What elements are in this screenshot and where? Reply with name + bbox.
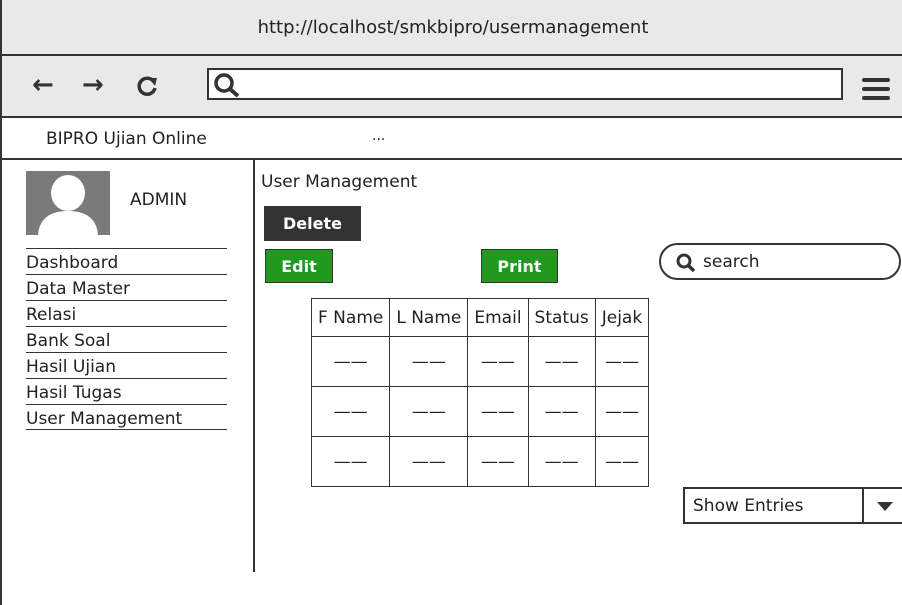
tab-bar: BIPRO Ujian Online ... [2,118,902,160]
table-cell: —— [389,436,469,487]
forward-arrow-icon[interactable]: → [82,70,104,100]
table-header-row: F Name L Name Email Status Jejak [310,298,650,337]
column-header-jejak[interactable]: Jejak [594,298,650,337]
table-cell: —— [467,436,529,487]
table-cell: —— [310,436,391,487]
table-cell: —— [310,386,391,437]
print-button[interactable]: Print [481,249,558,283]
delete-button[interactable]: Delete [264,206,361,241]
sidebar-item-data-master[interactable]: Data Master [26,274,227,300]
tab-active[interactable]: BIPRO Ujian Online [46,129,207,149]
sidebar-divider [253,160,255,572]
sidebar-item-user-management[interactable]: User Management [26,404,227,430]
show-entries-label: Show Entries [693,496,804,516]
address-input[interactable] [207,68,843,100]
table-cell: —— [594,436,650,487]
browser-window: http://localhost/smkbipro/usermanagement… [0,0,902,605]
user-role-label: ADMIN [130,190,188,210]
reload-icon[interactable] [135,74,159,102]
table-cell: —— [467,386,529,437]
browser-toolbar: ← → [2,56,902,118]
table-cell: —— [527,436,596,487]
column-header-l-name[interactable]: L Name [389,298,469,337]
show-entries-select[interactable]: Show Entries [683,487,902,524]
sidebar-item-bank-soal[interactable]: Bank Soal [26,326,227,352]
table-cell: —— [527,386,596,437]
table-cell: —— [594,386,650,437]
table-cell: —— [467,336,529,387]
table-cell: —— [389,386,469,437]
column-header-email[interactable]: Email [467,298,529,337]
table-cell: —— [594,336,650,387]
avatar [26,171,110,235]
menu-icon[interactable] [862,78,890,105]
table-cell: —— [527,336,596,387]
sidebar-menu: Dashboard Data Master Relasi Bank Soal H… [26,248,227,430]
column-header-f-name[interactable]: F Name [310,298,391,337]
search-icon [213,72,241,102]
search-input[interactable]: search [659,243,901,280]
sidebar-item-hasil-ujian[interactable]: Hasil Ujian [26,352,227,378]
page-title: User Management [261,172,418,192]
table-row[interactable]: —— —— —— —— —— [310,336,650,387]
search-placeholder: search [703,252,760,272]
user-table: F Name L Name Email Status Jejak —— —— —… [310,298,650,487]
sidebar-item-relasi[interactable]: Relasi [26,300,227,326]
table-cell: —— [389,336,469,387]
table-row[interactable]: —— —— —— —— —— [310,436,650,487]
table-cell: —— [310,336,391,387]
chevron-down-icon[interactable] [862,489,902,522]
sidebar-item-hasil-tugas[interactable]: Hasil Tugas [26,378,227,404]
tab-more[interactable]: ... [372,128,385,144]
search-icon [675,252,697,279]
page-url: http://localhost/smkbipro/usermanagement [257,16,649,38]
back-arrow-icon[interactable]: ← [32,70,54,100]
table-row[interactable]: —— —— —— —— —— [310,386,650,437]
edit-button[interactable]: Edit [265,249,333,283]
column-header-status[interactable]: Status [527,298,596,337]
address-title-bar: http://localhost/smkbipro/usermanagement [2,0,902,56]
sidebar-item-dashboard[interactable]: Dashboard [26,248,227,274]
